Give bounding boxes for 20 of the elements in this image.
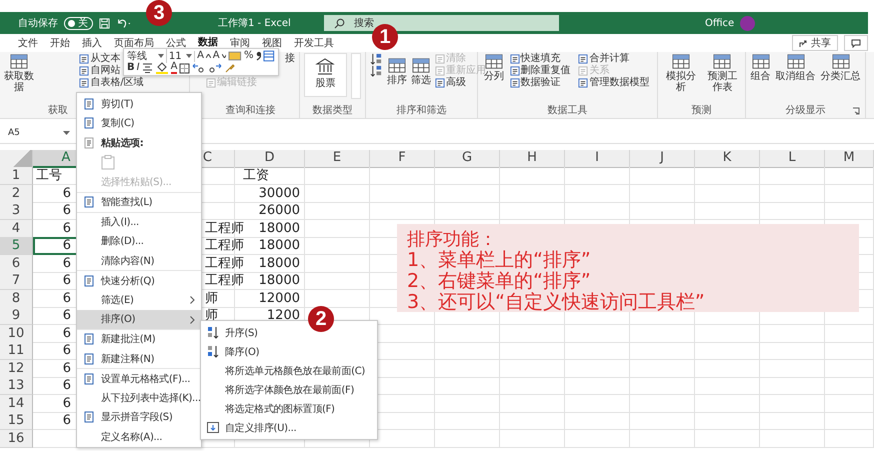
annotation-line: 2、右键菜单的“排序” bbox=[407, 271, 592, 292]
annotation-line: 1、菜单栏上的“排序” bbox=[407, 250, 592, 271]
callout-badge: 1 bbox=[372, 24, 398, 50]
table-cell: 30000 bbox=[235, 184, 305, 202]
window-title: 工作簿1 - Excel bbox=[218, 17, 292, 30]
group-label: 预测 bbox=[692, 104, 712, 117]
table-cell: 26000 bbox=[235, 202, 305, 220]
autosave-label: 自动保存 bbox=[18, 17, 58, 30]
group-label: 分级显示 bbox=[786, 104, 826, 117]
annotation-title: 排序功能： bbox=[407, 230, 498, 250]
group-label: 获取 bbox=[48, 104, 68, 117]
table-cell: 12000 bbox=[235, 290, 305, 308]
callout-badge: 3 bbox=[146, 0, 172, 26]
group-label: 排序和筛选 bbox=[396, 104, 446, 117]
group-label: 数据工具 bbox=[548, 104, 588, 117]
account-label: Office bbox=[705, 18, 734, 28]
group-label: 数据类型 bbox=[312, 104, 352, 117]
table-cell: 工资 bbox=[235, 167, 305, 185]
group-label: 查询和连接 bbox=[226, 104, 276, 117]
annotation-line: 3、还可以“自定义快速访问工具栏” bbox=[407, 292, 706, 313]
